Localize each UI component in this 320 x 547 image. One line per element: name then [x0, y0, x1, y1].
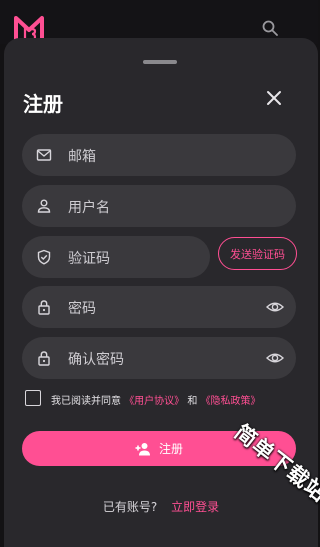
drag-handle[interactable]	[143, 60, 177, 64]
agreement-row: 我已阅读并同意 《用户协议》 和 《隐私政策》	[25, 390, 315, 408]
lock-icon	[38, 300, 50, 315]
agreement-text: 我已阅读并同意 《用户协议》 和 《隐私政策》	[51, 392, 261, 407]
verification-code-field[interactable]: 验证码	[22, 236, 210, 278]
send-code-button[interactable]: 发送验证码	[218, 237, 297, 270]
shield-icon	[37, 249, 51, 265]
username-field[interactable]: 用户名	[22, 185, 296, 227]
email-placeholder: 邮箱	[68, 149, 96, 165]
privacy-link[interactable]: 《隐私政策》	[201, 396, 261, 407]
username-placeholder: 用户名	[68, 200, 110, 216]
email-field[interactable]: 邮箱	[22, 134, 296, 176]
login-question: 已有账号?	[102, 500, 158, 514]
register-button-label: 注册	[158, 442, 183, 456]
agreement-connector: 和	[187, 396, 198, 407]
password-field[interactable]: 密码	[22, 286, 296, 328]
confirm-password-placeholder: 确认密码	[68, 352, 124, 368]
page-title: 注册	[23, 92, 63, 116]
password-placeholder: 密码	[68, 301, 96, 317]
code-placeholder: 验证码	[68, 251, 110, 267]
close-icon[interactable]	[266, 90, 282, 106]
terms-link[interactable]: 《用户协议》	[124, 396, 184, 407]
lock-icon	[38, 351, 50, 366]
search-icon[interactable]	[262, 20, 278, 36]
eye-icon[interactable]	[266, 299, 284, 315]
add-user-icon	[135, 442, 150, 455]
eye-icon[interactable]	[266, 350, 284, 366]
confirm-password-field[interactable]: 确认密码	[22, 337, 296, 379]
agreement-checkbox[interactable]	[25, 390, 41, 406]
agreement-prefix: 我已阅读并同意	[51, 396, 121, 407]
user-icon	[37, 199, 51, 213]
mail-icon	[36, 149, 52, 161]
